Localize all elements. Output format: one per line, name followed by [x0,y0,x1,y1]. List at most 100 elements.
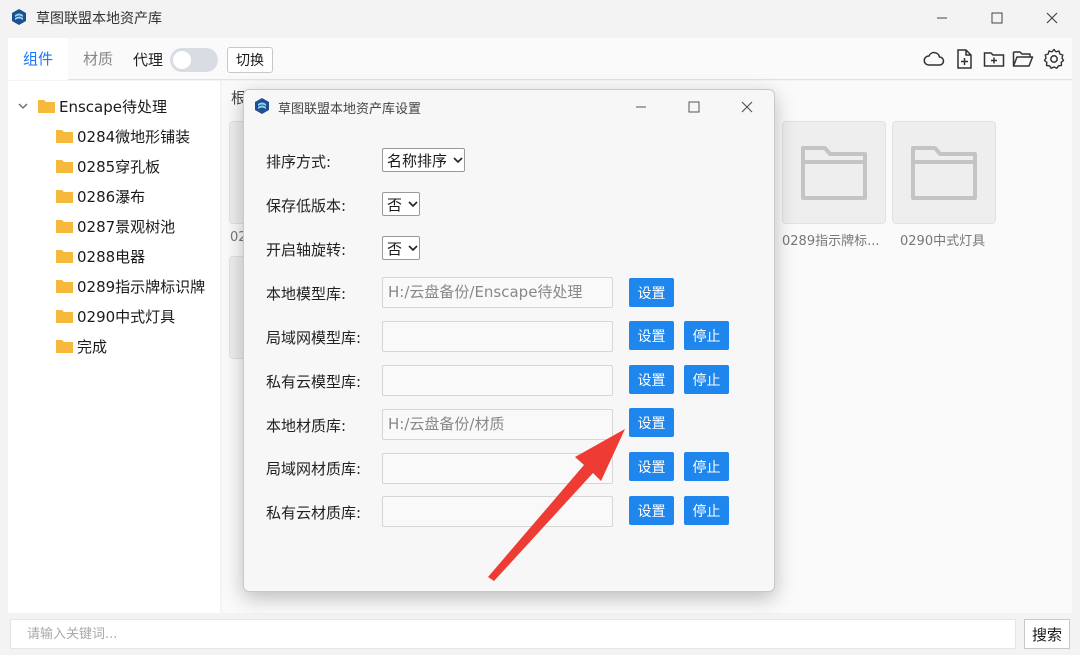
sort-label: 排序方式: [266,153,332,171]
app-logo-icon [12,9,26,25]
axis-rotation-select[interactable]: 否 [382,236,421,260]
tree-item[interactable]: 0289指示牌标识牌 [56,275,205,297]
tree-item-label: 0286瀑布 [77,187,146,206]
tree-item-label: 0290中式灯具 [77,307,176,326]
tree-item-label: 0288电器 [77,247,146,266]
local-material-library-label: 本地材质库: [266,417,347,435]
dialog-minimize-button[interactable] [616,90,666,124]
chevron-down-icon [408,245,418,252]
new-file-icon[interactable] [952,47,976,71]
private-cloud-model-set-button[interactable]: 设置 [629,365,674,394]
axis-rotation-value: 否 [387,239,403,258]
local-model-library-field[interactable]: H:/云盘备份/Enscape待处理 [382,277,613,308]
open-folder-icon[interactable] [1011,47,1035,71]
private-cloud-model-library-field[interactable] [382,365,613,396]
maximize-button[interactable] [973,0,1021,36]
save-low-version-select[interactable]: 否 [382,192,421,216]
sort-value: 名称排序 [387,151,448,170]
asset-card-label: 0289指示牌标... [782,234,880,249]
settings-icon[interactable] [1042,47,1066,71]
tree-item[interactable]: 0288电器 [56,245,145,267]
close-button[interactable] [1028,0,1076,36]
asset-card[interactable] [892,121,996,224]
search-bar: 搜索 [8,617,1072,652]
dialog-close-button[interactable] [722,90,772,124]
local-material-set-button[interactable]: 设置 [629,408,674,437]
title-bar: 草图联盟本地资产库 [0,0,1080,36]
asset-card-label: 0290中式灯具 [900,234,986,249]
folder-outline-icon [801,146,867,200]
tree-item[interactable]: 0285穿孔板 [56,155,160,177]
folder-outline-icon [911,146,977,200]
new-folder-icon[interactable] [982,47,1006,71]
close-icon [741,101,753,113]
folder-icon [56,250,73,263]
tree-item-label: 0289指示牌标识牌 [77,277,206,296]
private-cloud-model-stop-button[interactable]: 停止 [684,365,729,394]
maximize-icon [688,101,700,113]
folder-icon [56,340,73,353]
minimize-icon [636,106,646,108]
folder-tree: Enscape待处理 0284微地形铺装 0285穿孔板 0286瀑布 0287… [8,81,220,613]
folder-icon [56,220,73,233]
chevron-down-icon [453,157,463,164]
local-model-set-button[interactable]: 设置 [629,278,674,307]
folder-icon [56,160,73,173]
lan-model-library-field[interactable] [382,321,613,352]
annotation-arrow [488,429,625,581]
private-cloud-material-set-button[interactable]: 设置 [629,496,674,525]
asset-card[interactable] [782,121,886,224]
tab-components[interactable]: 组件 [23,48,53,69]
tree-item[interactable]: 0284微地形铺装 [56,125,190,147]
switch-button[interactable]: 切换 [227,47,273,73]
tree-item[interactable]: 0286瀑布 [56,185,145,207]
private-cloud-material-stop-button[interactable]: 停止 [684,496,729,525]
private-cloud-material-library-label: 私有云材质库: [266,504,362,522]
tree-item[interactable]: 0287景观树池 [56,215,175,237]
search-input[interactable] [10,619,1016,649]
lan-material-stop-button[interactable]: 停止 [684,452,729,481]
minimize-button[interactable] [918,0,966,36]
tree-item-label: 完成 [77,337,108,356]
toggle-knob [173,51,191,69]
lan-model-library-label: 局域网模型库: [266,329,362,347]
tree-root[interactable]: Enscape待处理 [16,95,167,117]
lan-model-set-button[interactable]: 设置 [629,321,674,350]
search-button[interactable]: 搜索 [1024,619,1070,649]
chevron-down-icon[interactable] [16,99,30,113]
tree-root-label: Enscape待处理 [59,97,167,116]
save-low-version-value: 否 [387,195,403,214]
cloud-icon[interactable] [922,47,946,71]
folder-icon [56,130,73,143]
sort-select[interactable]: 名称排序 [382,148,466,172]
tree-item-label: 0287景观树池 [77,217,176,236]
maximize-icon [991,12,1003,24]
folder-icon [56,190,73,203]
minimize-icon [937,17,947,19]
local-model-library-label: 本地模型库: [266,285,347,303]
dialog-title: 草图联盟本地资产库设置 [278,102,422,117]
proxy-label: 代理 [133,51,164,69]
tree-item-label: 0284微地形铺装 [77,127,191,146]
proxy-toggle[interactable] [170,48,218,72]
main-toolbar: 组件 材质 代理 切换 [8,38,1072,80]
window-title: 草图联盟本地资产库 [36,11,162,27]
tree-item-label: 0285穿孔板 [77,157,161,176]
folder-icon [38,100,55,113]
private-cloud-model-library-label: 私有云模型库: [266,373,362,391]
dialog-title-bar: 草图联盟本地资产库设置 [244,90,774,124]
lan-material-library-label: 局域网材质库: [266,460,362,478]
dialog-maximize-button[interactable] [669,90,719,124]
lan-model-stop-button[interactable]: 停止 [684,321,729,350]
close-icon [1046,12,1058,24]
tab-materials[interactable]: 材质 [83,48,113,69]
folder-icon [56,310,73,323]
tree-item[interactable]: 完成 [56,335,107,357]
lan-material-set-button[interactable]: 设置 [629,452,674,481]
axis-rotation-label: 开启轴旋转: [266,241,347,259]
app-logo-icon [255,98,269,114]
folder-icon [56,280,73,293]
save-low-version-label: 保存低版本: [266,197,347,215]
chevron-down-icon [408,201,418,208]
tree-item[interactable]: 0290中式灯具 [56,305,175,327]
